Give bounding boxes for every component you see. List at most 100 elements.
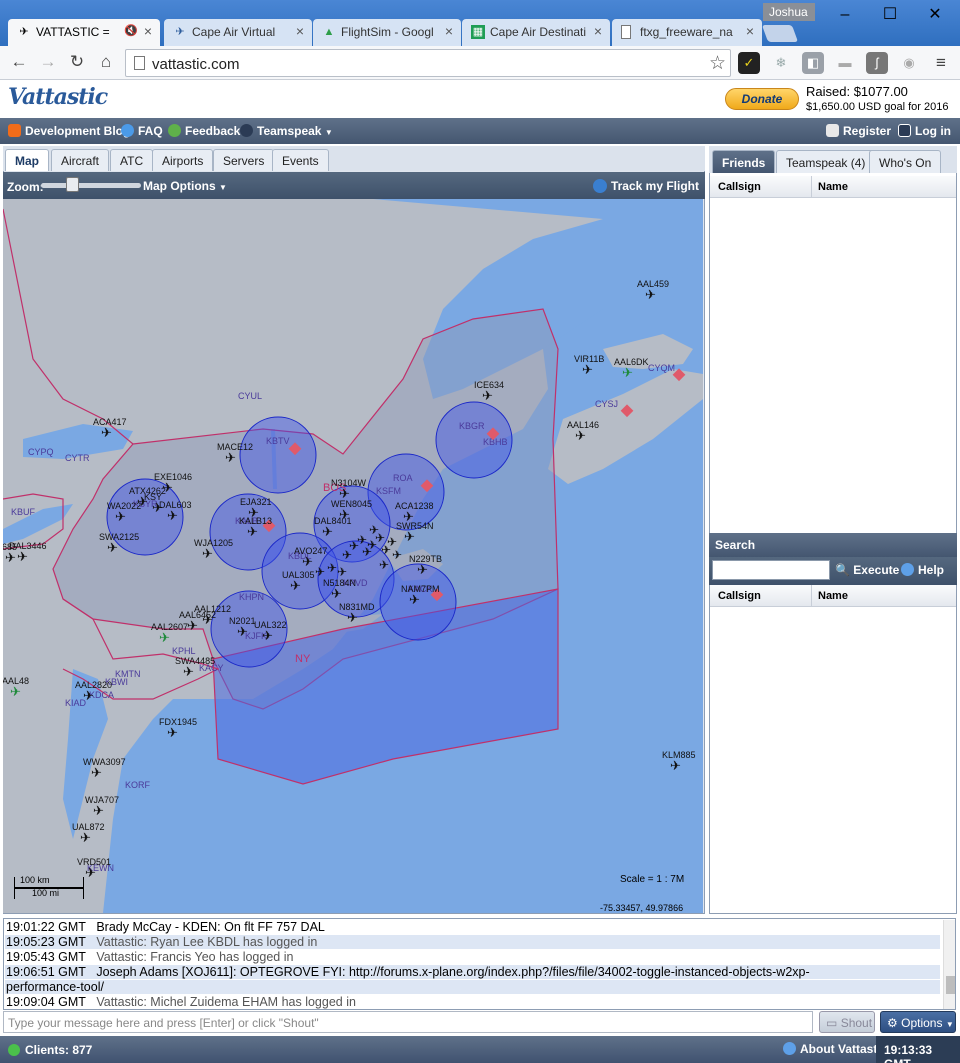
plane-icon[interactable]: ✈: [327, 561, 337, 575]
zoom-label: Zoom:: [7, 180, 44, 194]
help-label: Help: [918, 563, 945, 577]
register-link[interactable]: Register: [826, 124, 891, 138]
extension-s-icon[interactable]: ʃ: [866, 52, 888, 74]
execute-label: Execute: [853, 563, 900, 577]
plane-icon[interactable]: ✈: [337, 565, 347, 579]
map-canvas[interactable]: BOS NY KBTV KBGR KBHB KSYR KALB ROA KSFM…: [3, 199, 703, 913]
chat-input[interactable]: Type your message here and press [Enter]…: [3, 1011, 813, 1033]
about-link[interactable]: About Vattastic: [783, 1042, 887, 1056]
zoom-slider[interactable]: [41, 183, 141, 188]
profile-badge[interactable]: Joshua: [763, 3, 815, 21]
plane-icon[interactable]: ✈: [342, 548, 352, 562]
feedback-link[interactable]: Feedback: [168, 124, 240, 138]
menu-icon[interactable]: ≡: [930, 52, 952, 74]
search-input[interactable]: [712, 560, 830, 580]
extension-monitor-icon[interactable]: ▬: [834, 52, 856, 74]
plane-icon[interactable]: ✈: [387, 535, 397, 549]
plane-icon[interactable]: ✈: [369, 523, 379, 537]
chat-line: 19:05:43 GMT Vattastic: Francis Yeo has …: [5, 950, 940, 964]
new-tab-button[interactable]: [761, 25, 799, 42]
execute-button[interactable]: 🔍 Execute: [835, 563, 899, 577]
tab-friends[interactable]: Friends: [712, 150, 776, 173]
chat-scrollbar[interactable]: [943, 920, 955, 1009]
airport-label-cypq: CYPQ: [28, 447, 54, 457]
close-tab-icon[interactable]: ×: [746, 23, 754, 39]
bookmark-star-icon[interactable]: ☆: [709, 52, 726, 75]
forward-icon[interactable]: →: [37, 51, 59, 73]
zoom-slider-handle[interactable]: [66, 177, 79, 192]
extension-snowflake-icon[interactable]: ❄: [770, 52, 792, 74]
close-window-icon[interactable]: ✕: [912, 0, 958, 30]
reload-icon[interactable]: ↻: [66, 51, 88, 73]
url-text: vattastic.com: [152, 56, 240, 73]
tab-map[interactable]: Map: [5, 149, 49, 171]
browser-tab-cape-air-virtual[interactable]: ✈ Cape Air Virtual ×: [164, 19, 312, 46]
dev-blog-label: Development Blog: [25, 124, 131, 138]
flight-callsign: N2021: [229, 616, 256, 626]
plane-icon: ✈: [409, 592, 420, 607]
flight-map[interactable]: BOS NY KBTV KBGR KBHB KSYR KALB ROA KSFM…: [3, 199, 703, 913]
mute-icon[interactable]: 🔇: [124, 24, 138, 37]
tab-events[interactable]: Events: [272, 149, 329, 171]
plane-icon: ✈: [167, 508, 178, 523]
flight-callsign: VIR11B: [574, 354, 604, 364]
donate-button[interactable]: Donate: [725, 88, 799, 110]
minimize-icon[interactable]: –: [822, 0, 868, 30]
flight-marker[interactable]: ✈KLM885: [662, 750, 696, 773]
close-tab-icon[interactable]: ×: [296, 23, 304, 39]
close-tab-icon[interactable]: ×: [594, 23, 602, 39]
tab-airports[interactable]: Airports: [152, 149, 214, 171]
flight-callsign: SWA2125: [99, 532, 139, 542]
flight-callsign: FDX1945: [159, 717, 197, 727]
dropdown-caret-icon: ▼: [945, 1020, 954, 1029]
flight-marker[interactable]: ✈FDX1945: [159, 717, 197, 740]
plane-icon: ✈: [83, 688, 94, 703]
extension-check-icon[interactable]: ✓: [738, 52, 760, 74]
flight-marker[interactable]: ✈VIR11B: [574, 354, 604, 377]
site-logo[interactable]: Vattastic: [8, 84, 108, 110]
home-icon[interactable]: ⌂: [95, 51, 117, 73]
map-options-menu[interactable]: Map Options ▼: [143, 179, 227, 193]
status-footer: Clients: 877 About Vattastic 19:13:33 GM…: [0, 1036, 960, 1063]
plane-icon: ✈: [17, 549, 28, 564]
browser-tab-cape-air-destinations[interactable]: ▦ Cape Air Destinati ×: [462, 19, 610, 46]
dev-blog-link[interactable]: Development Blog: [8, 124, 130, 138]
login-link[interactable]: Log in: [898, 124, 951, 138]
scalebar-mi: 100 mi: [32, 888, 60, 898]
tab-servers[interactable]: Servers: [213, 149, 275, 171]
browser-tab-vattastic[interactable]: ✈ VATTASTIC = 🔇 ×: [8, 19, 160, 46]
tab-teamspeak[interactable]: Teamspeak (4): [776, 150, 876, 173]
col-name[interactable]: Name: [818, 181, 848, 193]
extension-shield-icon[interactable]: ◧: [802, 52, 824, 74]
flight-callsign: WEN8045: [331, 499, 372, 509]
plane-icon: ✈: [582, 362, 593, 377]
help-button[interactable]: Help: [901, 563, 944, 577]
tab-whos-on[interactable]: Who's On: [869, 150, 942, 173]
extension-circle-icon[interactable]: ◉: [898, 52, 920, 74]
feedback-icon: [168, 124, 181, 137]
browser-tab-ftxg[interactable]: ftxg_freeware_na ×: [612, 19, 762, 46]
plane-icon[interactable]: ✈: [315, 565, 325, 579]
maximize-icon[interactable]: ☐: [867, 0, 913, 30]
back-icon[interactable]: ←: [8, 51, 30, 73]
shout-button[interactable]: ▭ Shout: [819, 1011, 875, 1033]
browser-tab-flightsim[interactable]: ▲ FlightSim - Googl ×: [313, 19, 461, 46]
track-flight-button[interactable]: Track my Flight: [592, 179, 699, 193]
col-callsign[interactable]: Callsign: [718, 590, 761, 602]
plane-icon[interactable]: ✈: [392, 548, 402, 562]
tab-aircraft[interactable]: Aircraft: [51, 149, 110, 171]
tab-atc[interactable]: ATC: [110, 149, 154, 171]
options-button[interactable]: ⚙ Options ▼: [880, 1011, 956, 1033]
address-bar[interactable]: vattastic.com ☆: [125, 49, 731, 77]
col-name[interactable]: Name: [818, 590, 848, 602]
chat-scrollbar-thumb[interactable]: [946, 976, 955, 994]
teamspeak-menu[interactable]: Teamspeak ▼: [240, 124, 333, 138]
plane-icon[interactable]: ✈: [362, 545, 372, 559]
right-panel: [709, 146, 957, 914]
col-callsign[interactable]: Callsign: [718, 181, 761, 193]
plane-icon[interactable]: ✈: [379, 558, 389, 572]
chat-log[interactable]: 19:01:22 GMT Brady McCay - KDEN: On flt …: [3, 918, 956, 1010]
close-tab-icon[interactable]: ×: [445, 23, 453, 39]
faq-link[interactable]: FAQ: [121, 124, 163, 138]
close-tab-icon[interactable]: ×: [144, 23, 152, 39]
